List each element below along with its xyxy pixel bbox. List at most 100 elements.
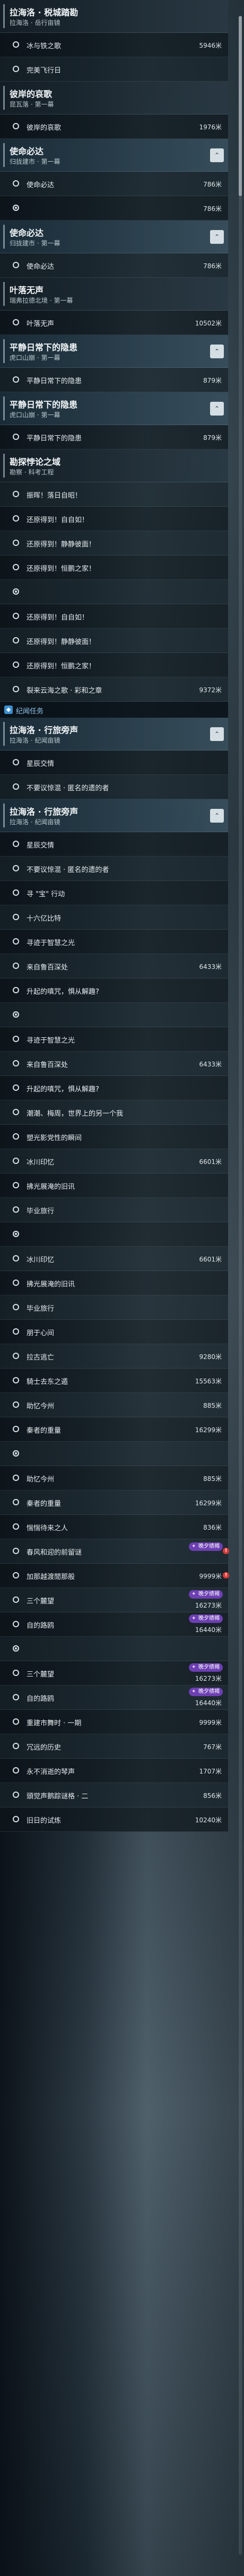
quest-item[interactable]: 拉古逃亡 9280米	[0, 1344, 228, 1369]
collapse-chevron-icon[interactable]: ⌃	[210, 727, 224, 741]
quest-group-header[interactable]: 拉海洛 · 税城踏勘 拉海洛 · 岳行亩镜	[0, 0, 228, 33]
quest-item[interactable]	[0, 1222, 228, 1247]
quest-group-header[interactable]: 平静日常下的隐患 虎口山崩 · 第一幕 ⌃	[0, 392, 228, 425]
quest-item[interactable]: 十六亿比特	[0, 905, 228, 930]
quest-item-label: 冰川印忆	[27, 1256, 55, 1264]
quest-item[interactable]: 冗远的历史 767米	[0, 1734, 228, 1759]
quest-item[interactable]: 春风和迎的前留谜 晚夕绩褐!	[0, 1539, 229, 1564]
quest-status-icon	[13, 262, 19, 268]
quest-item[interactable]: 自的路鸥 晚夕绩褐 16440米	[0, 1612, 228, 1637]
quest-item[interactable]: 星辰交情	[0, 832, 228, 857]
quest-item[interactable]: 平静日常下的隐患 879米	[0, 425, 228, 449]
quest-item[interactable]: 星辰交情	[0, 751, 228, 775]
quest-status-icon	[13, 686, 19, 692]
quest-group-header[interactable]: 拉海洛 · 行旅旁声 拉海洛 · 纪闻亩镜 ⌃	[0, 718, 228, 751]
header-accent-bar	[3, 225, 5, 249]
quest-item[interactable]: 还原得到！恒鹏之家！	[0, 555, 228, 580]
quest-item[interactable]: 永不消逝的琴声 1707米	[0, 1759, 228, 1783]
quest-group-header[interactable]: 彼岸的哀歌 昆瓦落 · 第一幕	[0, 82, 228, 114]
quest-item[interactable]: 还原得到！自自如！	[0, 507, 228, 531]
quest-item[interactable]: 潮潮、梅周，世界上的另一个我	[0, 1100, 228, 1125]
quest-item[interactable]: 完美飞行日	[0, 57, 228, 82]
quest-item[interactable]: 冰川印忆 6601米	[0, 1247, 228, 1271]
quest-item-label: 秦者的重量	[27, 1427, 62, 1435]
quest-item[interactable]: 拂光展淹的旧讯	[0, 1271, 228, 1295]
quest-item[interactable]: 不要议惊混 · 匿名的遗的者	[0, 775, 228, 799]
quest-item[interactable]: 自的路鸥 晚夕绩褐 16440米	[0, 1686, 228, 1710]
quest-item[interactable]: 升起的嗔咒，惧从解趣?	[0, 978, 228, 1003]
quest-item[interactable]: 寻迹于智慧之光	[0, 1027, 228, 1052]
quest-item[interactable]	[0, 1003, 228, 1027]
quest-item[interactable]	[0, 580, 228, 604]
collapse-chevron-icon[interactable]: ⌃	[210, 402, 224, 416]
quest-group-header[interactable]: 拉海洛 · 行旅旁声 拉海洛 · 纪闻亩镜 ⌃	[0, 799, 228, 832]
quest-status-icon	[13, 1401, 19, 1408]
quest-item[interactable]: 塑光影党性的瞬间	[0, 1125, 228, 1149]
quest-item[interactable]: 毕业旅行	[0, 1198, 228, 1222]
quest-item[interactable]: 三个麓望 晚夕绩褐 16273米	[0, 1661, 228, 1686]
quest-status-icon	[13, 889, 19, 896]
quest-item[interactable]: 旧日的试炼 10240米	[0, 1807, 228, 1832]
quest-item[interactable]: 騎士去东之遁 15563米	[0, 1369, 228, 1393]
quest-item[interactable]: 振晖！落日自昭！	[0, 482, 228, 507]
quest-item[interactable]: 冰川印忆 6601米	[0, 1149, 228, 1174]
quest-group-header[interactable]: 使命必达 归拢建市 · 第一幕 ⌃	[0, 139, 228, 172]
quest-item[interactable]: 寻迹于智慧之光	[0, 930, 228, 954]
quest-distance: 15563米	[195, 1378, 222, 1385]
quest-item[interactable]: 使命必达 786米	[0, 172, 228, 196]
quest-item[interactable]: 升起的嗔咒，惧从解趣?	[0, 1076, 228, 1100]
quest-item-label: 还原得到！恒鹏之家！	[27, 663, 96, 671]
quest-item[interactable]: 拂光展淹的旧讯	[0, 1174, 228, 1198]
quest-item[interactable]: 加那越渡閒那般 9999米!	[0, 1564, 229, 1588]
quest-item[interactable]: 助忆今州 885米	[0, 1466, 228, 1490]
quest-group-header[interactable]: 平静日常下的隐患 虎口山崩 · 第一幕 ⌃	[0, 335, 228, 368]
quest-item[interactable]: 还原得到！静静彼面！	[0, 629, 228, 653]
quest-item[interactable]: 秦者的重量 16299米	[0, 1417, 228, 1442]
quest-item[interactable]: 頭觉声鹅踪谜格 · 二 856米	[0, 1783, 228, 1807]
quest-item[interactable]: 来自鲁百深处 6433米	[0, 1052, 228, 1076]
quest-item[interactable]: 秦者的重量 16299米	[0, 1490, 228, 1515]
quest-item-label: 秦者的重量	[27, 1500, 62, 1508]
quest-item[interactable]: 重建市舞时 · 一期 9999米	[0, 1710, 228, 1734]
scrollbar[interactable]	[239, 16, 242, 2555]
quest-item[interactable]: 助忆今州 885米	[0, 1393, 228, 1417]
quest-item[interactable]: 不要议惊混 · 匿名的遗的者	[0, 857, 228, 881]
quest-item[interactable]: 三个麓望 晚夕绩褐 16273米	[0, 1588, 228, 1612]
alert-icon: !	[223, 1548, 229, 1554]
quest-item[interactable]: 来自鲁百深处 6433米	[0, 954, 228, 978]
quest-item[interactable]: 叶落无声 10502米	[0, 311, 228, 335]
quest-group-header[interactable]: 勘探悖论之域 勘察 · 科考工程	[0, 449, 228, 482]
collapse-chevron-icon[interactable]: ⌃	[210, 809, 224, 823]
collapse-chevron-icon[interactable]: ⌃	[210, 345, 224, 358]
quest-item[interactable]: 还原得到！恒鹏之家！	[0, 653, 228, 677]
quest-item[interactable]: 还原得到！静静彼面！	[0, 531, 228, 555]
quest-item[interactable]: 裂来云海之歌 · 彩和之章 9372米	[0, 677, 228, 702]
quest-item-label: 旧日的试炼	[27, 1817, 62, 1825]
quest-item[interactable]: 朋于心间	[0, 1320, 228, 1344]
quest-item[interactable]: 786米	[0, 196, 228, 220]
quest-status-icon	[13, 588, 19, 595]
quest-distance: 856米	[203, 1792, 222, 1799]
quest-distance: 9999米	[199, 1719, 222, 1726]
collapse-chevron-icon[interactable]: ⌃	[210, 148, 224, 162]
scrollbar-thumb[interactable]	[239, 16, 242, 196]
quest-item[interactable]: 冰与铁之歌 5946米	[0, 33, 228, 57]
quest-group-header[interactable]: 使命必达 归拢建市 · 第一幕 ⌃	[0, 220, 228, 253]
quest-item[interactable]	[0, 1442, 228, 1466]
quest-status-icon	[13, 963, 19, 969]
collapse-chevron-icon[interactable]: ⌃	[210, 230, 224, 244]
quest-item[interactable]	[0, 1637, 228, 1661]
quest-group-header[interactable]: 叶落无声 瑞弗拉德北境 · 第一幕	[0, 278, 228, 311]
quest-item[interactable]: 使命必达 786米	[0, 253, 228, 278]
quest-item-label: 塑光影党性的瞬间	[27, 1134, 82, 1142]
quest-distance: 885米	[203, 1402, 222, 1409]
quest-distance: 879米	[203, 377, 222, 384]
quest-item[interactable]: 毕业旅行	[0, 1295, 228, 1320]
quest-item-label: 拂光展淹的旧讯	[27, 1183, 75, 1191]
quest-item[interactable]: 平静日常下的隐患 879米	[0, 368, 228, 392]
quest-item[interactable]: 彼岸的哀歌 1976米	[0, 114, 228, 139]
quest-item[interactable]: 惴惴待来之人 836米	[0, 1515, 228, 1539]
quest-item[interactable]: 寻 "宝" 行动	[0, 881, 228, 905]
quest-item[interactable]: 还原得到！自自如！	[0, 604, 228, 629]
quest-distance: 786米	[203, 181, 222, 188]
